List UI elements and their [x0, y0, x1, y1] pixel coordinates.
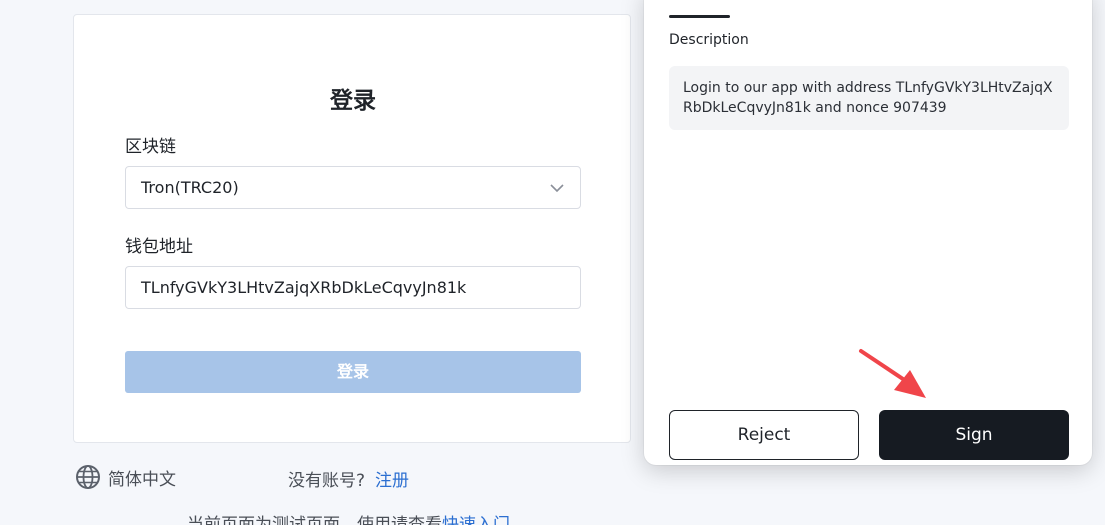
login-button[interactable]: 登录 [125, 351, 581, 393]
sign-button[interactable]: Sign [879, 410, 1069, 460]
page: 登录 区块链 Tron(TRC20) 钱包地址 TLnfyGVkY3LHtvZa… [0, 0, 1105, 525]
language-label: 简体中文 [108, 469, 176, 490]
tab-details[interactable]: Details [669, 0, 732, 8]
chain-select[interactable]: Tron(TRC20) [125, 166, 581, 209]
reject-button[interactable]: Reject [669, 410, 859, 460]
quick-start-link[interactable]: 快速入门 [442, 515, 510, 525]
globe-icon [76, 465, 100, 489]
chain-label: 区块链 [125, 137, 176, 157]
chevron-down-icon [550, 184, 564, 193]
register-prompt: 没有账号? 注册 [288, 466, 409, 491]
description-label: Description [669, 32, 749, 48]
test-page-notice: 当前页面为测试页面，使用请查看快速入门 [187, 510, 510, 525]
chain-select-value: Tron(TRC20) [141, 178, 239, 197]
description-text: Login to our app with address TLnfyGVkY3… [669, 66, 1069, 130]
login-card: 登录 区块链 Tron(TRC20) 钱包地址 TLnfyGVkY3LHtvZa… [73, 14, 631, 443]
register-link[interactable]: 注册 [375, 471, 409, 491]
tab-underline [669, 15, 730, 18]
notice-text: 当前页面为测试页面，使用请查看 [187, 515, 442, 525]
wallet-address-input[interactable]: TLnfyGVkY3LHtvZajqXRbDkLeCqvyJn81k [125, 266, 581, 309]
no-account-text: 没有账号? [288, 471, 366, 491]
language-switch[interactable]: 简体中文 [75, 464, 176, 490]
wallet-address-value: TLnfyGVkY3LHtvZajqXRbDkLeCqvyJn81k [141, 278, 467, 297]
login-title: 登录 [330, 88, 376, 114]
wallet-address-label: 钱包地址 [125, 237, 193, 257]
red-arrow-icon [859, 349, 926, 398]
